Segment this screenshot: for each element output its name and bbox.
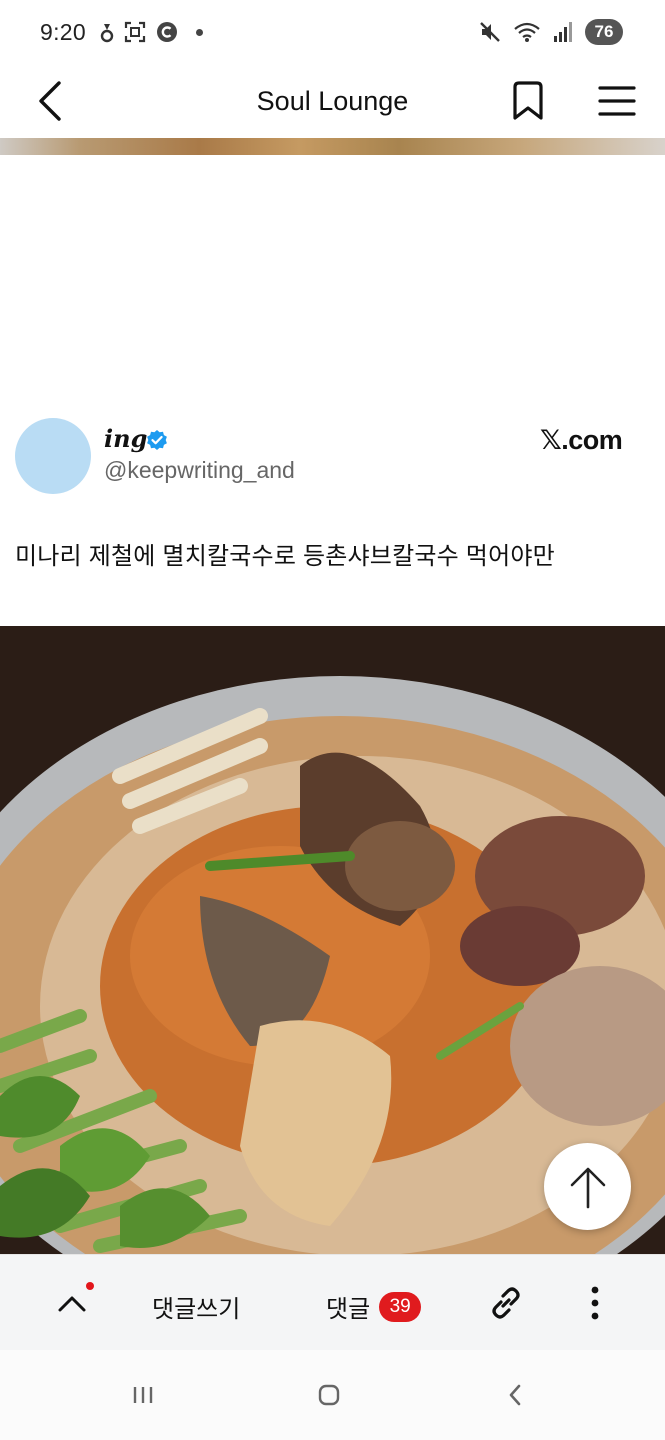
tweet-display-name: ing [104, 424, 148, 453]
app-header: Soul Lounge [0, 64, 665, 138]
more-vertical-icon [591, 1286, 599, 1320]
status-left: 9:20 [40, 19, 203, 46]
chevron-up-icon [58, 1296, 86, 1312]
mute-icon [480, 22, 500, 42]
avatar [15, 418, 91, 494]
x-logo: 𝕏.com [540, 425, 623, 455]
menu-button[interactable] [596, 76, 638, 126]
screen: 9:20 76 Soul Lounge ing @keepwriting_and… [0, 0, 665, 1440]
bookmark-icon [513, 81, 543, 120]
back-button[interactable] [30, 76, 70, 126]
home-button[interactable] [312, 1380, 346, 1410]
c-circle-icon [156, 22, 177, 42]
system-back-button[interactable] [500, 1380, 530, 1410]
copy-link-button[interactable] [486, 1283, 526, 1323]
signal-icon [554, 22, 572, 42]
previous-image-bottom [0, 138, 665, 155]
bookmark-button[interactable] [508, 76, 548, 126]
sync-icon [100, 24, 114, 43]
page-title: Soul Lounge [256, 85, 409, 116]
comment-count-badge: 39 [379, 1291, 422, 1322]
more-options-button[interactable] [580, 1281, 610, 1325]
dot-icon [195, 28, 203, 36]
status-icons-left [100, 21, 203, 43]
status-bar: 9:20 76 [0, 0, 665, 64]
tweet-handle: @keepwriting_and [104, 457, 295, 483]
arrow-up-icon [570, 1167, 605, 1208]
system-nav-bar [0, 1350, 665, 1440]
comments-button[interactable]: 댓글 39 [326, 1289, 422, 1324]
link-icon [492, 1287, 520, 1319]
tweet-text: 미나리 제철에 멸치칼국수로 등촌샤브칼국수 먹어야만 [15, 543, 555, 570]
home-icon [318, 1384, 340, 1406]
status-time: 9:20 [40, 18, 86, 45]
wifi-icon [514, 22, 540, 42]
bottom-action-bar: 댓글쓰기 댓글 39 [0, 1254, 665, 1350]
hamburger-icon [598, 86, 636, 116]
status-right: 76 [479, 19, 623, 45]
recent-apps-icon [133, 1387, 153, 1403]
screenshot-icon [124, 21, 146, 43]
chevron-left-icon [39, 81, 61, 121]
comments-label: 댓글 [326, 1296, 371, 1323]
write-comment-button[interactable]: 댓글쓰기 [152, 1289, 240, 1324]
notification-dot [86, 1282, 94, 1290]
chevron-left-icon [509, 1384, 521, 1406]
battery-icon: 76 [585, 19, 623, 45]
scroll-to-top-button[interactable] [544, 1143, 631, 1230]
verified-icon [147, 430, 167, 450]
recent-apps-button[interactable] [124, 1380, 162, 1410]
